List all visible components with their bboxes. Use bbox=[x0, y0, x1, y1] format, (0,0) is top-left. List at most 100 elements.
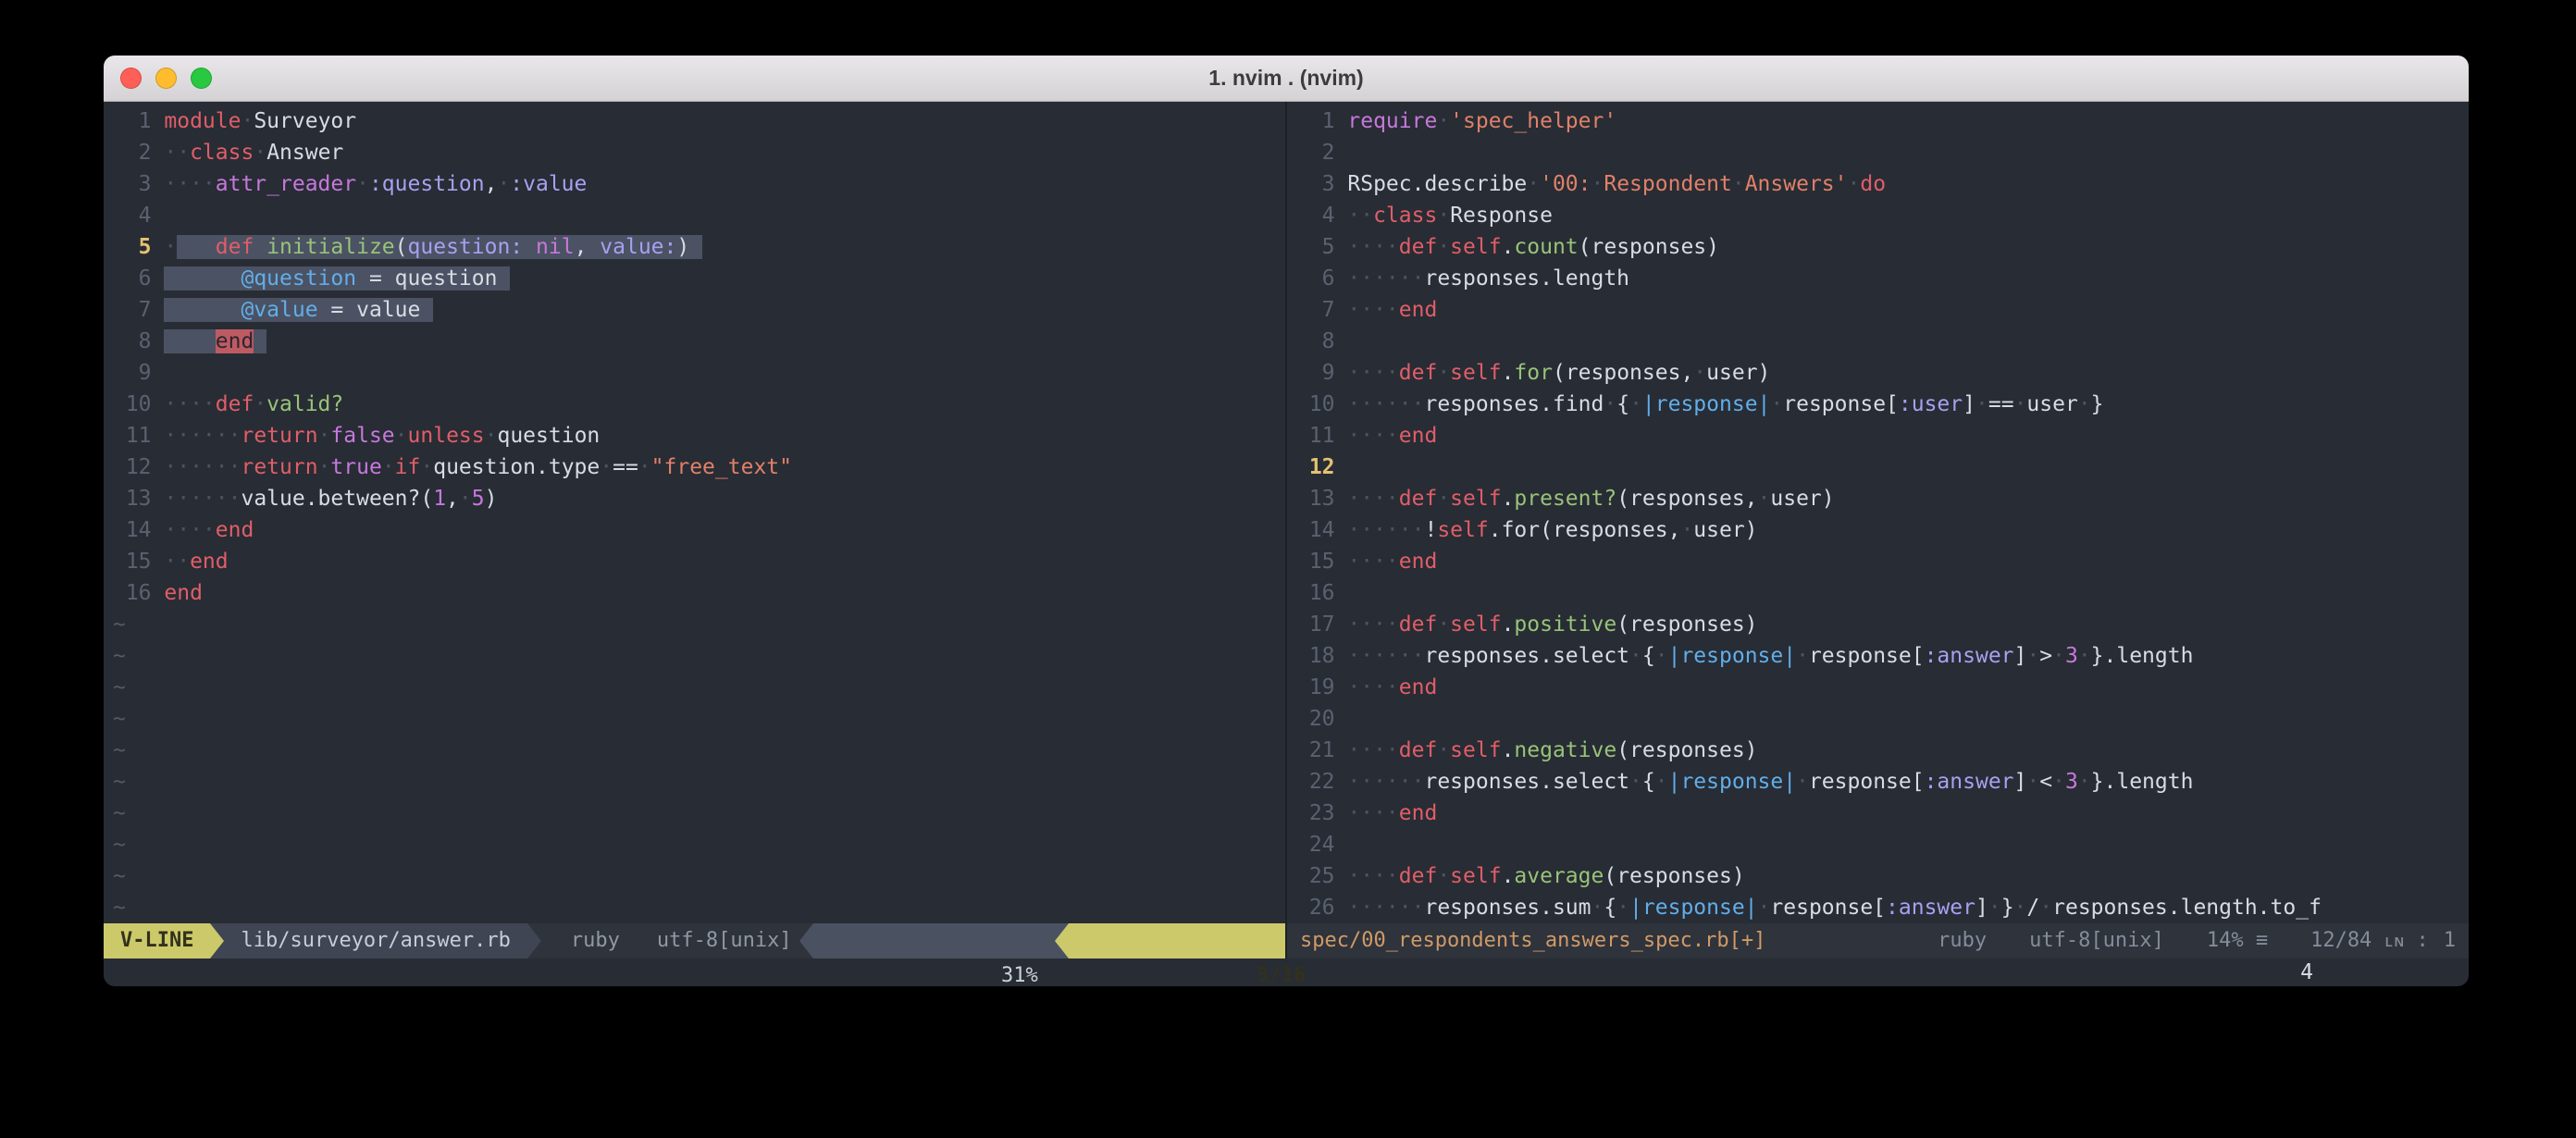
code-line[interactable]: 18······responses.select·{·|response|·re… bbox=[1296, 640, 2469, 672]
code-line[interactable]: 16 bbox=[1296, 577, 2469, 609]
code-line[interactable]: 16end bbox=[113, 577, 1285, 609]
code-line[interactable]: 19····end bbox=[1296, 672, 2469, 703]
code-text: require·'spec_helper' bbox=[1347, 109, 1616, 133]
code-token: "free_text" bbox=[651, 455, 792, 479]
code-token: , bbox=[485, 172, 498, 196]
code-line[interactable]: 11····end bbox=[1296, 420, 2469, 451]
space-dots: · bbox=[1693, 361, 1706, 385]
vim-mode-indicator: V-LINE bbox=[104, 923, 210, 959]
code-text: ··class·Answer bbox=[164, 141, 343, 165]
space-dots: · bbox=[420, 455, 433, 479]
code-line[interactable]: 17····def·self.positive(responses) bbox=[1296, 609, 2469, 640]
code-line[interactable]: 11······return·false·unless·question bbox=[113, 420, 1285, 451]
line-number: 13 bbox=[1296, 483, 1335, 514]
statusline-inactive[interactable]: spec/00_respondents_answers_spec.rb[+] r… bbox=[1287, 923, 2469, 959]
code-line[interactable]: 23····end bbox=[1296, 798, 2469, 829]
code-text: ······!self.for(responses,·user) bbox=[1347, 518, 1757, 542]
code-line[interactable]: 2 bbox=[1296, 137, 2469, 168]
space-dots: · bbox=[1796, 644, 1809, 668]
code-line[interactable]: 1 require·'spec_helper' bbox=[1296, 105, 2469, 137]
editor-pane-right: 1require·'spec_helper'23RSpec.describe·'… bbox=[1287, 102, 2469, 959]
close-button[interactable] bbox=[120, 68, 142, 89]
space-dots: ···· bbox=[1347, 235, 1398, 259]
line-number: 1 bbox=[1296, 105, 1335, 137]
space-dots: · bbox=[1847, 172, 1860, 196]
code-line[interactable]: 13······value.between?(1,·5) bbox=[113, 483, 1285, 514]
code-token: def bbox=[1399, 361, 1438, 385]
code-line[interactable]: 9 bbox=[113, 357, 1285, 389]
code-line[interactable]: 24 bbox=[1296, 829, 2469, 860]
code-line[interactable]: 7····end bbox=[1296, 294, 2469, 326]
line-number: 16 bbox=[1296, 577, 1335, 609]
space-dots: · bbox=[1655, 644, 1668, 668]
code-token: 5 bbox=[472, 487, 485, 511]
code-line[interactable]: 10······responses.find·{·|response|·resp… bbox=[1296, 389, 2469, 420]
code-line[interactable]: 14····end bbox=[113, 514, 1285, 546]
code-line[interactable]: 15····end bbox=[1296, 546, 2469, 577]
split-panes: 1module·Surveyor2··class·Answer3····attr… bbox=[104, 102, 2469, 959]
command-line[interactable]: 4 bbox=[104, 959, 2469, 986]
code-line[interactable]: 12······return·true·if·question.type·==·… bbox=[113, 451, 1285, 483]
code-line[interactable]: 5····def·self.count(responses) bbox=[1296, 231, 2469, 263]
line-number: 4 bbox=[113, 200, 152, 231]
space-dots: · bbox=[2026, 770, 2039, 794]
code-token: true bbox=[330, 455, 381, 479]
code-line[interactable]: 10····def·valid? bbox=[113, 389, 1285, 420]
line-number: 2 bbox=[1296, 137, 1335, 168]
code-line[interactable]: 3····attr_reader·:question,·:value bbox=[113, 168, 1285, 200]
space-dots: · bbox=[1770, 392, 1783, 416]
code-line[interactable]: 13····def·self.present?(responses,·user) bbox=[1296, 483, 2469, 514]
buffer-spec-rb[interactable]: 1require·'spec_helper'23RSpec.describe·'… bbox=[1287, 102, 2469, 923]
line-number: 9 bbox=[1296, 357, 1335, 389]
code-token: { bbox=[1604, 896, 1616, 920]
code-line[interactable]: 4 bbox=[113, 200, 1285, 231]
code-line[interactable]: 25····def·self.average(responses) bbox=[1296, 860, 2469, 892]
code-line[interactable]: 12 bbox=[1296, 451, 2469, 483]
code-line[interactable]: 7······@value·=·value· bbox=[113, 294, 1285, 326]
space-dots: · bbox=[1629, 392, 1642, 416]
line-number: 7 bbox=[113, 294, 152, 326]
code-token: self bbox=[1450, 738, 1501, 762]
code-line[interactable]: 9····def·self.for(responses,·user) bbox=[1296, 357, 2469, 389]
space-dots: · bbox=[689, 235, 702, 259]
space-dots: · bbox=[318, 298, 331, 322]
line-number: 25 bbox=[1296, 860, 1335, 892]
space-dots: · bbox=[2078, 770, 2091, 794]
line-number: 6 bbox=[1296, 263, 1335, 294]
code-line[interactable]: 3RSpec.describe·'00:·Respondent·Answers'… bbox=[1296, 168, 2469, 200]
line-number: 9 bbox=[113, 357, 152, 389]
code-line[interactable]: 8····end· bbox=[113, 326, 1285, 357]
minimize-button[interactable] bbox=[155, 68, 177, 89]
code-token: { bbox=[1616, 392, 1629, 416]
code-token: def bbox=[216, 392, 254, 416]
code-line[interactable]: 6······@question·=·question· bbox=[113, 263, 1285, 294]
code-line[interactable]: 15··end bbox=[113, 546, 1285, 577]
code-token: Respondent bbox=[1604, 172, 1731, 196]
code-line[interactable]: 5····def·initialize(question:·nil,·value… bbox=[113, 231, 1285, 263]
code-line[interactable]: 20 bbox=[1296, 703, 2469, 735]
space-dots: ······ bbox=[1347, 266, 1424, 291]
code-token: == bbox=[613, 455, 638, 479]
statusline-active[interactable]: V-LINE lib/surveyor/answer.rb ruby utf-8… bbox=[104, 923, 1285, 959]
code-line[interactable]: 6······responses.length bbox=[1296, 263, 2469, 294]
code-line[interactable]: 8 bbox=[1296, 326, 2469, 357]
code-line[interactable]: 2··class·Answer bbox=[113, 137, 1285, 168]
space-dots: · bbox=[1437, 361, 1450, 385]
titlebar[interactable]: 1. nvim . (nvim) bbox=[104, 56, 2469, 102]
code-line[interactable]: 22······responses.select·{·|response|·re… bbox=[1296, 766, 2469, 798]
code-token: (responses, bbox=[1616, 487, 1757, 511]
code-token: self bbox=[1437, 518, 1488, 542]
code-token: negative bbox=[1514, 738, 1616, 762]
space-dots: · bbox=[1758, 487, 1771, 511]
code-text: end bbox=[164, 581, 203, 605]
zoom-button[interactable] bbox=[191, 68, 212, 89]
code-token: value bbox=[356, 298, 420, 322]
code-line[interactable]: 1module·Surveyor bbox=[113, 105, 1285, 137]
code-line[interactable]: 4··class·Response bbox=[1296, 200, 2469, 231]
buffer-answer-rb[interactable]: 1module·Surveyor2··class·Answer3····attr… bbox=[104, 102, 1285, 923]
code-text: ······return·true·if·question.type·==·"f… bbox=[164, 455, 792, 479]
code-line[interactable]: 21····def·self.negative(responses) bbox=[1296, 735, 2469, 766]
code-line[interactable]: 26······responses.sum·{·|response|·respo… bbox=[1296, 892, 2469, 923]
code-token: |response| bbox=[1668, 644, 1796, 668]
code-line[interactable]: 14······!self.for(responses,·user) bbox=[1296, 514, 2469, 546]
